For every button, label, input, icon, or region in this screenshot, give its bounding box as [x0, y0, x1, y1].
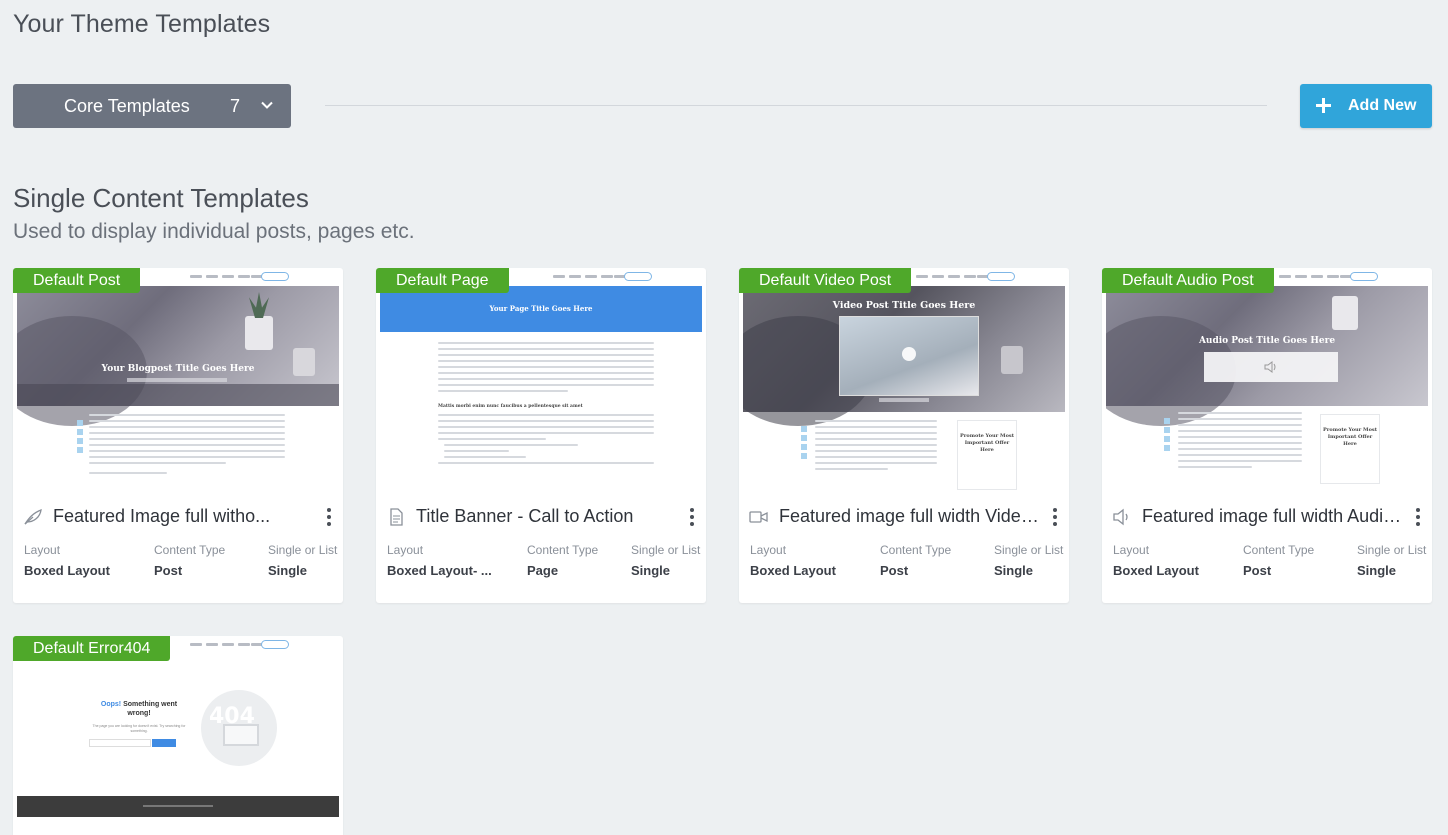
- promo-widget: Promote Your Most Important Offer Here: [1320, 414, 1380, 484]
- core-templates-dropdown[interactable]: Core Templates 7: [13, 84, 291, 128]
- single-or-list-value: Single: [631, 563, 671, 578]
- template-card-default-error404[interactable]: 404 Oops! Something went wrong! The page…: [13, 636, 343, 835]
- single-or-list-label: Single or List: [1357, 543, 1427, 557]
- default-badge: Default Video Post: [739, 268, 912, 293]
- meta-layout: Layout Boxed Layout- ...: [387, 543, 492, 578]
- single-or-list-label: Single or List: [631, 543, 701, 557]
- content-type-label: Content Type: [154, 543, 226, 557]
- error-search-button: [152, 739, 176, 747]
- page-subheading: Mattis morbi enim nunc faucibus a pellen…: [438, 404, 583, 409]
- more-options-icon[interactable]: [1412, 506, 1424, 528]
- default-badge: Default Error404: [13, 636, 171, 661]
- template-card-default-post[interactable]: Your Blogpost Title Goes Here Default Po…: [13, 268, 343, 603]
- template-card-default-page[interactable]: Your Page Title Goes Here Mattis morbi e…: [376, 268, 706, 603]
- content-type-label: Content Type: [527, 543, 599, 557]
- content-type-label: Content Type: [880, 543, 952, 557]
- single-or-list-value: Single: [1357, 563, 1397, 578]
- plus-icon: [1316, 98, 1331, 113]
- layout-value: Boxed Layout: [750, 563, 836, 578]
- default-badge: Default Audio Post: [1102, 268, 1274, 293]
- error-title-oops: Oops!: [100, 701, 122, 708]
- meta-content-type: Content Type Post: [880, 543, 951, 578]
- toolbar-divider: [325, 105, 1267, 106]
- meta-single-or-list: Single or List Single: [994, 543, 1063, 578]
- content-type-value: Page: [527, 563, 559, 578]
- more-options-icon[interactable]: [323, 506, 335, 528]
- meta-content-type: Content Type Post: [154, 543, 225, 578]
- meta-single-or-list: Single or List Single: [631, 543, 700, 578]
- meta-content-type: Content Type Page: [527, 543, 598, 578]
- template-thumbnail: Your Blogpost Title Goes Here: [17, 268, 339, 491]
- chevron-down-icon: [261, 101, 273, 109]
- single-or-list-value: Single: [994, 563, 1034, 578]
- document-icon: [390, 508, 403, 526]
- hero-image: Your Blogpost Title Goes Here: [17, 286, 339, 426]
- layout-value: Boxed Layout: [24, 563, 110, 578]
- widget-title: Promote Your Most Important Offer Here: [1322, 427, 1378, 447]
- layout-label: Layout: [1113, 543, 1150, 557]
- template-card-default-video-post[interactable]: Video Post Title Goes Here Promote Your …: [739, 268, 1069, 603]
- default-badge: Default Page: [376, 268, 509, 293]
- template-thumbnail: Your Page Title Goes Here Mattis morbi e…: [380, 268, 702, 491]
- section-title: Single Content Templates: [13, 183, 309, 213]
- error-title: Oops! Something went wrong!: [93, 700, 185, 718]
- error-bg-graphic: 404: [201, 690, 277, 766]
- feather-icon: [24, 509, 42, 525]
- meta-layout: Layout Boxed Layout: [24, 543, 110, 578]
- meta-single-or-list: Single or List Single: [268, 543, 337, 578]
- content-type-value: Post: [880, 563, 909, 578]
- template-thumbnail: 404 Oops! Something went wrong! The page…: [17, 636, 339, 835]
- meta-content-type: Content Type Post: [1243, 543, 1314, 578]
- audio-player: [1204, 352, 1338, 382]
- error-subtext: The page you are looking for doesn't exi…: [92, 724, 186, 733]
- hero-title: Audio Post Title Goes Here: [1198, 336, 1336, 346]
- meta-layout: Layout Boxed Layout: [750, 543, 836, 578]
- default-badge: Default Post: [13, 268, 141, 293]
- content-type-label: Content Type: [1243, 543, 1315, 557]
- template-title[interactable]: Title Banner - Call to Action: [416, 506, 678, 527]
- video-icon: [749, 511, 768, 523]
- content-type-value: Post: [154, 563, 183, 578]
- single-or-list-label: Single or List: [268, 543, 338, 557]
- add-new-label: Add New: [1348, 97, 1417, 114]
- single-or-list-value: Single: [268, 563, 308, 578]
- hero-image: Audio Post Title Goes Here: [1106, 286, 1428, 426]
- error-footer: [17, 796, 339, 817]
- more-options-icon[interactable]: [686, 506, 698, 528]
- single-or-list-label: Single or List: [994, 543, 1064, 557]
- content-type-value: Post: [1243, 563, 1272, 578]
- hero-title: Your Blogpost Title Goes Here: [101, 364, 255, 374]
- hero-title: Video Post Title Goes Here: [832, 300, 976, 311]
- add-new-button[interactable]: Add New: [1300, 84, 1432, 128]
- template-title[interactable]: Featured image full width Audio...: [1142, 506, 1404, 527]
- layout-value: Boxed Layout: [1113, 563, 1199, 578]
- meta-single-or-list: Single or List Single: [1357, 543, 1426, 578]
- error-search-input: [89, 739, 151, 747]
- template-thumbnail: Audio Post Title Goes Here Promote Your …: [1106, 268, 1428, 491]
- section-subtitle: Used to display individual posts, pages …: [13, 220, 415, 243]
- video-player: [839, 316, 979, 396]
- template-card-default-audio-post[interactable]: Audio Post Title Goes Here Promote Your …: [1102, 268, 1432, 603]
- hero-image: Video Post Title Goes Here: [743, 286, 1065, 426]
- layout-value: Boxed Layout- ...: [387, 563, 492, 578]
- toolbar: Core Templates 7 Add New: [13, 84, 1433, 128]
- widget-title: Promote Your Most Important Offer Here: [959, 433, 1015, 453]
- template-title[interactable]: Featured Image full witho...: [53, 506, 315, 527]
- page-banner-title: Your Page Title Goes Here: [489, 304, 593, 313]
- promo-widget: Promote Your Most Important Offer Here: [957, 420, 1017, 490]
- layout-label: Layout: [750, 543, 787, 557]
- speaker-icon: [1113, 508, 1128, 526]
- page-title: Your Theme Templates: [13, 10, 271, 38]
- core-templates-label: Core Templates: [64, 95, 190, 116]
- more-options-icon[interactable]: [1049, 506, 1061, 528]
- layout-label: Layout: [387, 543, 424, 557]
- template-title[interactable]: Featured image full width Video...: [779, 506, 1041, 527]
- error-title-rest: Something went wrong!: [123, 701, 178, 717]
- core-templates-count: 7: [230, 95, 241, 116]
- meta-layout: Layout Boxed Layout: [1113, 543, 1199, 578]
- template-thumbnail: Video Post Title Goes Here Promote Your …: [743, 268, 1065, 491]
- layout-label: Layout: [24, 543, 61, 557]
